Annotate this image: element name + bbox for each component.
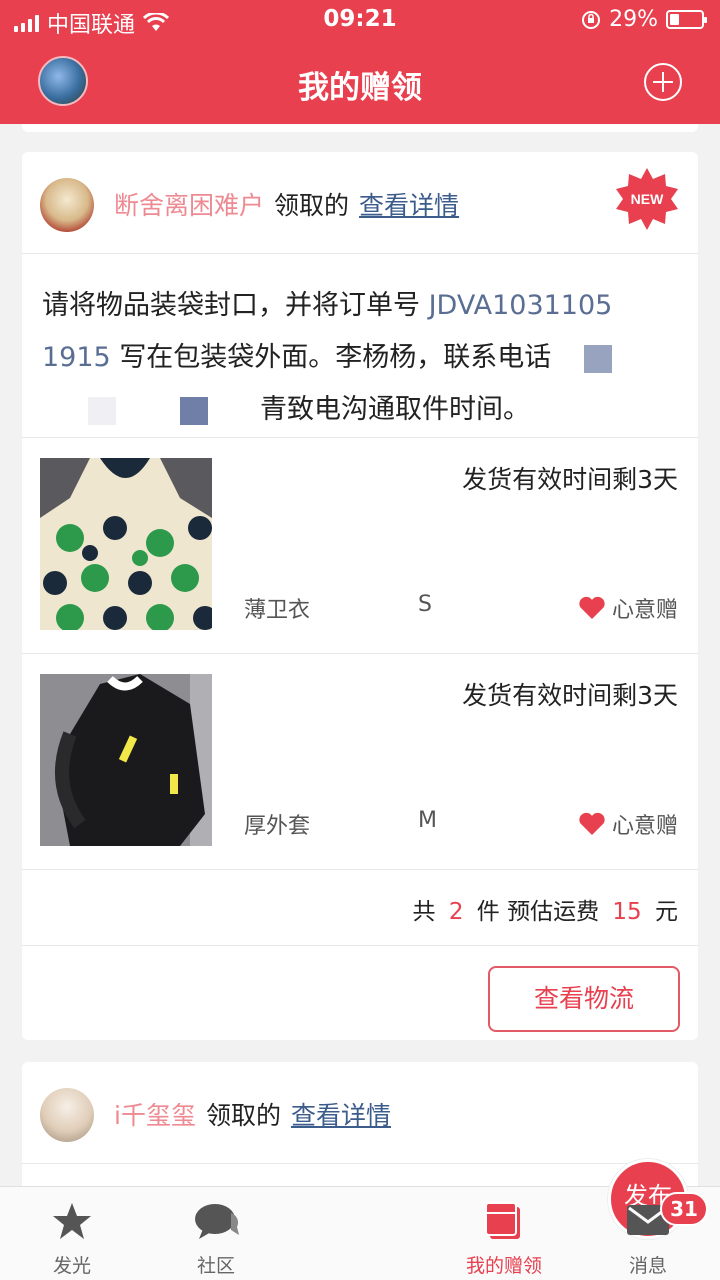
tab-shine[interactable]: 发光 [0, 1187, 144, 1280]
order-card: 断舍离困难户 领取的 查看详情 NEW 请将物品装袋封口，并将订单号 JDVA1… [22, 152, 698, 1040]
item-size: S [418, 592, 432, 617]
order-card: i千玺玺 领取的 查看详情 [22, 1062, 698, 1202]
redacted-phone [180, 396, 208, 425]
add-icon[interactable] [644, 63, 682, 101]
order-actions: 查看物流 [22, 946, 698, 1040]
view-details-link[interactable]: 查看详情 [359, 186, 459, 222]
shipping-deadline: 发货有效时间剩3天 [462, 681, 678, 710]
claimer-avatar[interactable] [40, 1088, 94, 1142]
battery-icon [666, 10, 707, 29]
svg-text:NEW: NEW [631, 191, 664, 207]
header-bar: 我的赠领 [0, 40, 720, 124]
redacted-phone [583, 344, 612, 373]
new-badge: NEW [616, 168, 678, 230]
gift-box-icon [485, 1202, 520, 1239]
view-logistics-button[interactable]: 查看物流 [488, 966, 680, 1032]
previous-card-edge [22, 124, 698, 132]
order-summary: 共 2 件 预估运费 15 元 [22, 870, 698, 946]
bottom-tab-bar: 发光 社区 发布 我的赠领 消息 [0, 1159, 720, 1280]
item-name: 厚外套 [244, 814, 311, 839]
claimer-avatar[interactable] [40, 178, 94, 232]
rotation-lock-icon [582, 10, 601, 29]
order-item[interactable]: 发货有效时间剩3天 薄卫衣 S 心意赠 [22, 438, 698, 654]
heart-icon [579, 596, 605, 619]
message-count-badge: 31 [660, 1192, 708, 1226]
tab-my-gifts[interactable]: 我的赠领 [432, 1187, 576, 1280]
claimer-name[interactable]: i千玺玺 [114, 1096, 196, 1132]
order-header: i千玺玺 领取的 查看详情 [22, 1062, 698, 1164]
order-item[interactable]: 发货有效时间剩3天 厚外套 M 心意赠 [22, 654, 698, 870]
heart-icon [579, 812, 605, 835]
star-icon [53, 1203, 91, 1239]
chat-bubble-icon [195, 1204, 239, 1239]
claimer-name[interactable]: 断舍离困难户 [114, 186, 264, 222]
redacted-phone [88, 396, 116, 425]
order-number-cont: 1915 [42, 342, 111, 373]
item-photo[interactable] [40, 674, 212, 846]
page-title: 我的赠领 [298, 70, 422, 106]
shipping-deadline: 发货有效时间剩3天 [462, 465, 678, 494]
order-number: JDVA1031105 [428, 290, 613, 321]
order-header: 断舍离困难户 领取的 查看详情 NEW [22, 152, 698, 254]
status-bar: 中国联通 09:21 29% [0, 0, 720, 40]
item-photo[interactable] [40, 458, 212, 630]
item-count: 2 [448, 899, 464, 925]
tab-community[interactable]: 社区 [144, 1187, 288, 1280]
tab-publish[interactable]: 发布 [288, 1159, 688, 1280]
view-details-link[interactable]: 查看详情 [291, 1096, 391, 1132]
item-name: 薄卫衣 [244, 598, 311, 623]
packing-instructions: 请将物品装袋封口，并将订单号 JDVA1031105 1915 写在包装袋外面。… [22, 254, 698, 438]
item-size: M [418, 808, 437, 833]
claimed-label: 领取的 [274, 191, 350, 220]
shipping-fee: 15 [612, 899, 642, 925]
gift-type: 心意赠 [578, 592, 678, 624]
claimed-label: 领取的 [205, 1101, 281, 1130]
gift-type: 心意赠 [578, 808, 678, 840]
battery-percent: 29% [609, 7, 658, 32]
